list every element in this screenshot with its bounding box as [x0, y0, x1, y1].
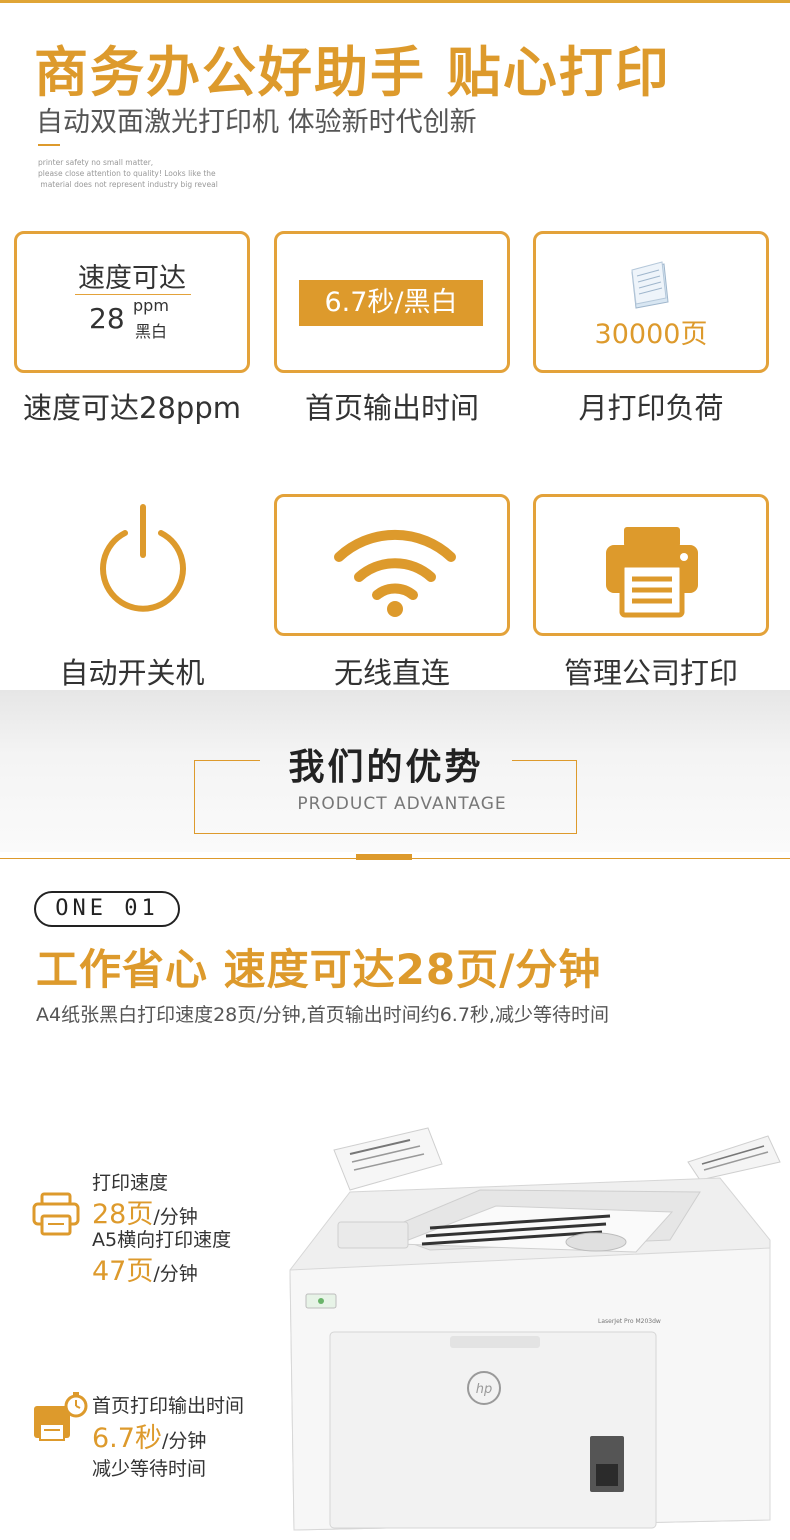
- hero-small-text: printer safety no small matter, please c…: [38, 158, 218, 189]
- first-page-stat-row: 6.7秒/分钟: [92, 1416, 206, 1455]
- feature-caption-first-page: 首页输出时间: [304, 391, 479, 425]
- section-badge: ONE 01: [34, 891, 180, 927]
- feature-card-speed: 速度可达 28 ppm 黑白: [14, 231, 250, 373]
- hero-subtitle: 自动双面激光打印机 体验新时代创新: [36, 107, 477, 138]
- advantage-title: 我们的优势: [288, 747, 484, 788]
- feature-card-printer: [533, 494, 769, 636]
- hero-divider: [38, 144, 60, 146]
- section-description: A4纸张黑白打印速度28页/分钟,首页输出时间约6.7秒,减少等待时间: [36, 1004, 609, 1026]
- advantage-tab: [356, 854, 412, 860]
- printer-icon: [606, 527, 698, 618]
- a5-speed-label: A5横向打印速度: [92, 1229, 232, 1251]
- timer-print-icon: [34, 1392, 88, 1441]
- speed-value: 28: [89, 302, 125, 335]
- feature-card-first-page: 6.7秒/黑白: [274, 231, 510, 373]
- hero-title: 商务办公好助手 贴心打印: [34, 41, 671, 104]
- advantage-subtitle: PRODUCT ADVANTAGE: [297, 794, 507, 814]
- printer-small-icon: [32, 1192, 80, 1236]
- feature-caption-power: 自动开关机: [59, 656, 205, 690]
- first-page-label: 6.7秒/黑白: [299, 280, 483, 326]
- feature-caption-wifi: 无线直连: [333, 656, 450, 690]
- flying-paper-right: [687, 1135, 781, 1181]
- top-accent-line: [0, 0, 790, 3]
- first-page-stat-value: 6.7秒: [92, 1423, 162, 1454]
- printer-model-label: LaserJet Pro M203dw: [598, 1318, 661, 1325]
- wifi-icon: [334, 529, 456, 617]
- printer-illustration: hp LaserJet Pro M203dw: [289, 1127, 781, 1531]
- power-icon: [100, 504, 186, 612]
- advantage-frame-top-left: [194, 760, 260, 761]
- feature-card-duty-cycle: 30000页: [533, 231, 769, 373]
- section-title: 工作省心 速度可达28页/分钟: [36, 945, 602, 994]
- feature-card-wifi: [274, 494, 510, 636]
- speed-mode: 黑白: [135, 322, 168, 341]
- feature-caption-speed: 速度可达28ppm: [23, 391, 241, 425]
- a5-speed-value: 47页: [92, 1256, 154, 1287]
- flying-paper-left: [333, 1127, 443, 1191]
- feature-caption-printer: 管理公司打印: [563, 656, 738, 690]
- a5-speed-row: 47页/分钟: [92, 1249, 198, 1288]
- speed-unit: ppm: [133, 296, 169, 315]
- paper-stack-icon: [631, 261, 669, 309]
- speed-divider: [75, 294, 191, 295]
- duty-cycle-label: 30000页: [594, 319, 708, 350]
- printer-brand-logo: hp: [476, 1382, 493, 1397]
- speed-title: 速度可达: [78, 263, 186, 294]
- first-page-stat-label: 首页打印输出时间: [92, 1395, 245, 1417]
- a5-speed-unit: /分钟: [153, 1263, 198, 1285]
- first-page-stat-unit: /分钟: [161, 1430, 207, 1452]
- first-page-stat-note: 减少等待时间: [92, 1458, 207, 1480]
- feature-caption-duty-cycle: 月打印负荷: [578, 391, 724, 425]
- advantage-frame-top-right: [512, 760, 577, 761]
- a4-speed-label: 打印速度: [92, 1172, 169, 1194]
